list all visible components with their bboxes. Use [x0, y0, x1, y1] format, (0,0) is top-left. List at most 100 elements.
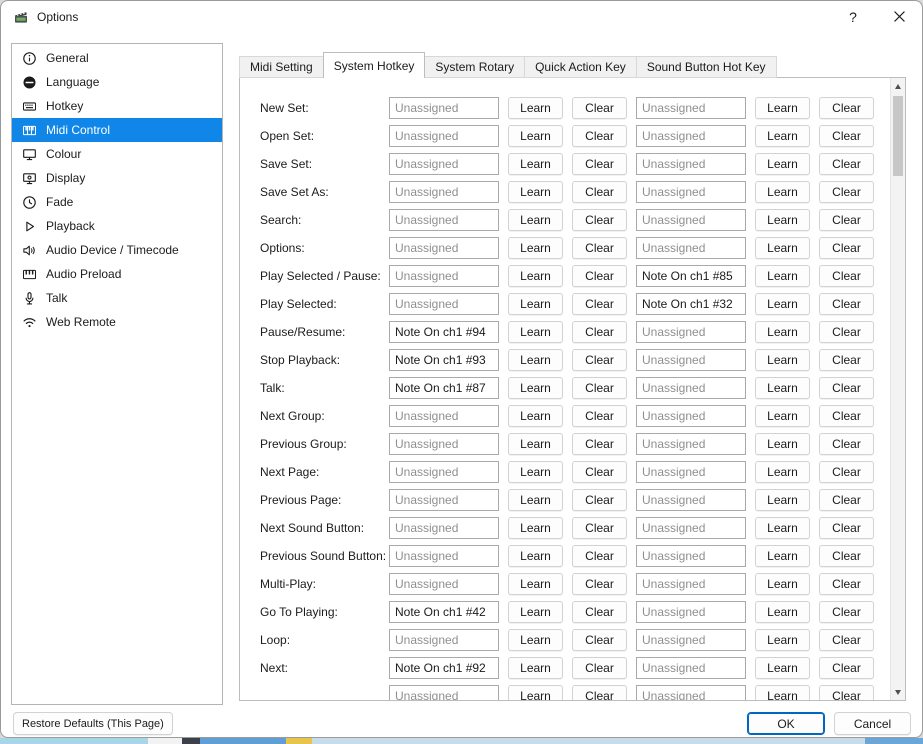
hotkey-input-2[interactable] — [636, 545, 746, 567]
clear-button-1[interactable]: Clear — [572, 573, 627, 595]
hotkey-input-2[interactable] — [636, 461, 746, 483]
hotkey-input-1[interactable] — [389, 321, 499, 343]
learn-button-1[interactable]: Learn — [508, 125, 563, 147]
sidebar-item-playback[interactable]: Playback — [12, 214, 222, 238]
sidebar-item-fade[interactable]: Fade — [12, 190, 222, 214]
hotkey-input-1[interactable] — [389, 293, 499, 315]
learn-button-1[interactable]: Learn — [508, 293, 563, 315]
hotkey-input-1[interactable] — [389, 181, 499, 203]
clear-button-2[interactable]: Clear — [819, 237, 874, 259]
learn-button-1[interactable]: Learn — [508, 97, 563, 119]
learn-button-1[interactable]: Learn — [508, 209, 563, 231]
learn-button-2[interactable]: Learn — [755, 153, 810, 175]
hotkey-input-1[interactable] — [389, 545, 499, 567]
learn-button-2[interactable]: Learn — [755, 545, 810, 567]
learn-button-1[interactable]: Learn — [508, 433, 563, 455]
learn-button-1[interactable]: Learn — [508, 181, 563, 203]
clear-button-2[interactable]: Clear — [819, 517, 874, 539]
hotkey-input-2[interactable] — [636, 629, 746, 651]
scroll-up-button[interactable] — [891, 78, 905, 94]
hotkey-input-2[interactable] — [636, 377, 746, 399]
scroll-down-button[interactable] — [891, 684, 905, 700]
learn-button-1[interactable]: Learn — [508, 349, 563, 371]
clear-button-1[interactable]: Clear — [572, 685, 627, 700]
clear-button-2[interactable]: Clear — [819, 377, 874, 399]
clear-button-2[interactable]: Clear — [819, 545, 874, 567]
clear-button-1[interactable]: Clear — [572, 517, 627, 539]
learn-button-1[interactable]: Learn — [508, 545, 563, 567]
learn-button-1[interactable]: Learn — [508, 573, 563, 595]
hotkey-input-1[interactable] — [389, 377, 499, 399]
sidebar-item-web-remote[interactable]: Web Remote — [12, 310, 222, 334]
learn-button-2[interactable]: Learn — [755, 433, 810, 455]
sidebar-item-talk[interactable]: Talk — [12, 286, 222, 310]
learn-button-2[interactable]: Learn — [755, 601, 810, 623]
sidebar-item-hotkey[interactable]: Hotkey — [12, 94, 222, 118]
tab-midi-setting[interactable]: Midi Setting — [239, 56, 324, 78]
learn-button-2[interactable]: Learn — [755, 573, 810, 595]
hotkey-input-2[interactable] — [636, 657, 746, 679]
clear-button-2[interactable]: Clear — [819, 657, 874, 679]
sidebar-item-colour[interactable]: Colour — [12, 142, 222, 166]
learn-button-1[interactable]: Learn — [508, 265, 563, 287]
hotkey-input-2[interactable] — [636, 265, 746, 287]
hotkey-input-2[interactable] — [636, 181, 746, 203]
hotkey-input-1[interactable] — [389, 489, 499, 511]
learn-button-1[interactable]: Learn — [508, 461, 563, 483]
learn-button-2[interactable]: Learn — [755, 405, 810, 427]
clear-button-2[interactable]: Clear — [819, 209, 874, 231]
clear-button-2[interactable]: Clear — [819, 405, 874, 427]
sidebar-item-audio-preload[interactable]: Audio Preload — [12, 262, 222, 286]
hotkey-input-1[interactable] — [389, 517, 499, 539]
learn-button-1[interactable]: Learn — [508, 321, 563, 343]
tab-quick-action-key[interactable]: Quick Action Key — [524, 56, 637, 78]
hotkey-input-2[interactable] — [636, 349, 746, 371]
hotkey-input-1[interactable] — [389, 237, 499, 259]
clear-button-1[interactable]: Clear — [572, 181, 627, 203]
learn-button-1[interactable]: Learn — [508, 657, 563, 679]
learn-button-1[interactable]: Learn — [508, 489, 563, 511]
hotkey-input-2[interactable] — [636, 517, 746, 539]
clear-button-2[interactable]: Clear — [819, 293, 874, 315]
restore-defaults-button[interactable]: Restore Defaults (This Page) — [13, 712, 173, 735]
clear-button-1[interactable]: Clear — [572, 657, 627, 679]
clear-button-1[interactable]: Clear — [572, 405, 627, 427]
clear-button-1[interactable]: Clear — [572, 377, 627, 399]
hotkey-input-1[interactable] — [389, 97, 499, 119]
clear-button-2[interactable]: Clear — [819, 489, 874, 511]
clear-button-2[interactable]: Clear — [819, 349, 874, 371]
sidebar-item-midi-control[interactable]: Midi Control — [12, 118, 222, 142]
hotkey-input-2[interactable] — [636, 405, 746, 427]
learn-button-2[interactable]: Learn — [755, 237, 810, 259]
clear-button-2[interactable]: Clear — [819, 265, 874, 287]
hotkey-input-2[interactable] — [636, 573, 746, 595]
hotkey-input-2[interactable] — [636, 237, 746, 259]
clear-button-1[interactable]: Clear — [572, 237, 627, 259]
learn-button-1[interactable]: Learn — [508, 629, 563, 651]
learn-button-2[interactable]: Learn — [755, 657, 810, 679]
learn-button-2[interactable]: Learn — [755, 125, 810, 147]
clear-button-2[interactable]: Clear — [819, 433, 874, 455]
hotkey-input-1[interactable] — [389, 657, 499, 679]
hotkey-input-2[interactable] — [636, 153, 746, 175]
clear-button-2[interactable]: Clear — [819, 321, 874, 343]
hotkey-input-2[interactable] — [636, 125, 746, 147]
clear-button-1[interactable]: Clear — [572, 265, 627, 287]
clear-button-2[interactable]: Clear — [819, 181, 874, 203]
hotkey-input-1[interactable] — [389, 125, 499, 147]
scrollbar-thumb[interactable] — [893, 96, 903, 176]
sidebar-item-general[interactable]: General — [12, 46, 222, 70]
hotkey-input-2[interactable] — [636, 685, 746, 700]
hotkey-input-2[interactable] — [636, 293, 746, 315]
clear-button-1[interactable]: Clear — [572, 321, 627, 343]
clear-button-2[interactable]: Clear — [819, 153, 874, 175]
hotkey-input-1[interactable] — [389, 573, 499, 595]
learn-button-2[interactable]: Learn — [755, 685, 810, 700]
tab-system-hotkey[interactable]: System Hotkey — [323, 52, 426, 78]
learn-button-1[interactable]: Learn — [508, 601, 563, 623]
vertical-scrollbar[interactable] — [890, 78, 905, 700]
hotkey-input-1[interactable] — [389, 405, 499, 427]
hotkey-input-1[interactable] — [389, 601, 499, 623]
tab-sound-button-hot-key[interactable]: Sound Button Hot Key — [636, 56, 777, 78]
learn-button-2[interactable]: Learn — [755, 461, 810, 483]
